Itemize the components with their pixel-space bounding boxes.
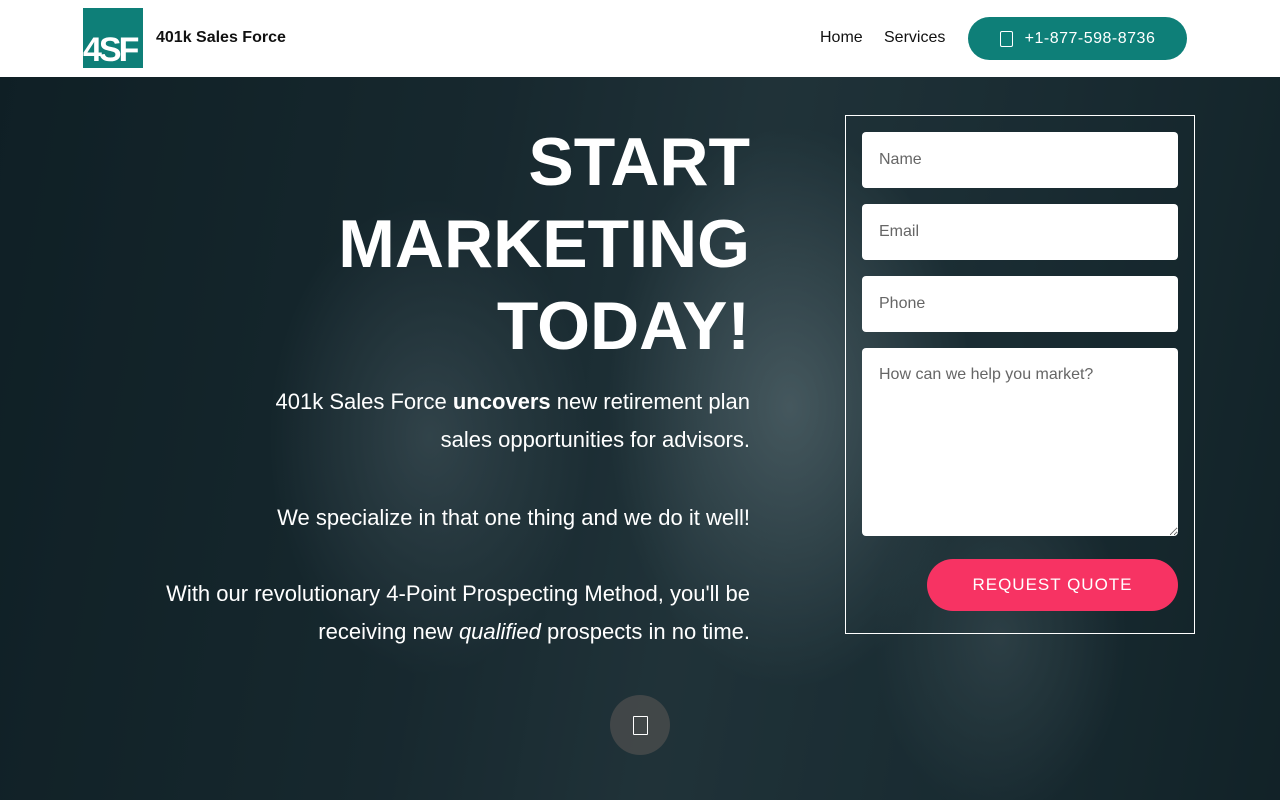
hero-section: START MARKETING TODAY! 401k Sales Force … bbox=[0, 77, 1280, 800]
p3-before: receiving new bbox=[318, 619, 459, 644]
phone-call-button[interactable]: +1-877-598-8736 bbox=[968, 17, 1187, 60]
name-field[interactable] bbox=[862, 132, 1178, 188]
p3-italic: qualified bbox=[458, 619, 541, 644]
request-quote-button[interactable]: REQUEST QUOTE bbox=[927, 559, 1178, 611]
p3-after: prospects in no time. bbox=[540, 619, 750, 644]
headline-line-3: TODAY! bbox=[496, 288, 750, 364]
phone-icon bbox=[999, 30, 1013, 47]
hero-headline: START MARKETING TODAY! bbox=[150, 121, 750, 367]
phone-field[interactable] bbox=[862, 276, 1178, 332]
nav-home-link[interactable]: Home bbox=[820, 29, 863, 47]
chevron-down-icon bbox=[632, 715, 648, 735]
scroll-down-button[interactable] bbox=[610, 695, 670, 755]
p1-line2: sales opportunities for advisors. bbox=[440, 427, 750, 452]
phone-number: +1-877-598-8736 bbox=[1024, 29, 1156, 47]
message-field[interactable] bbox=[862, 348, 1178, 536]
logo[interactable]: 4SF bbox=[83, 8, 143, 68]
nav-services-link[interactable]: Services bbox=[884, 29, 945, 47]
logo-text: 4SF bbox=[83, 31, 139, 68]
p1-after: new retirement plan bbox=[550, 389, 750, 414]
headline-line-2: MARKETING bbox=[338, 206, 750, 282]
hero-paragraph-2: We specialize in that one thing and we d… bbox=[277, 505, 750, 530]
hero-paragraph-1: 401k Sales Force uncovers new retirement… bbox=[50, 383, 750, 459]
headline-line-1: START bbox=[528, 124, 750, 200]
site-header: 4SF 401k Sales Force Home Services +1-87… bbox=[0, 0, 1280, 77]
p3-line1: With our revolutionary 4-Point Prospecti… bbox=[166, 581, 750, 606]
email-field[interactable] bbox=[862, 204, 1178, 260]
p1-before: 401k Sales Force bbox=[275, 389, 453, 414]
quote-form: REQUEST QUOTE bbox=[845, 115, 1195, 634]
hero-paragraph-3: With our revolutionary 4-Point Prospecti… bbox=[50, 575, 750, 651]
brand-name[interactable]: 401k Sales Force bbox=[156, 29, 286, 47]
p1-bold: uncovers bbox=[452, 389, 551, 414]
